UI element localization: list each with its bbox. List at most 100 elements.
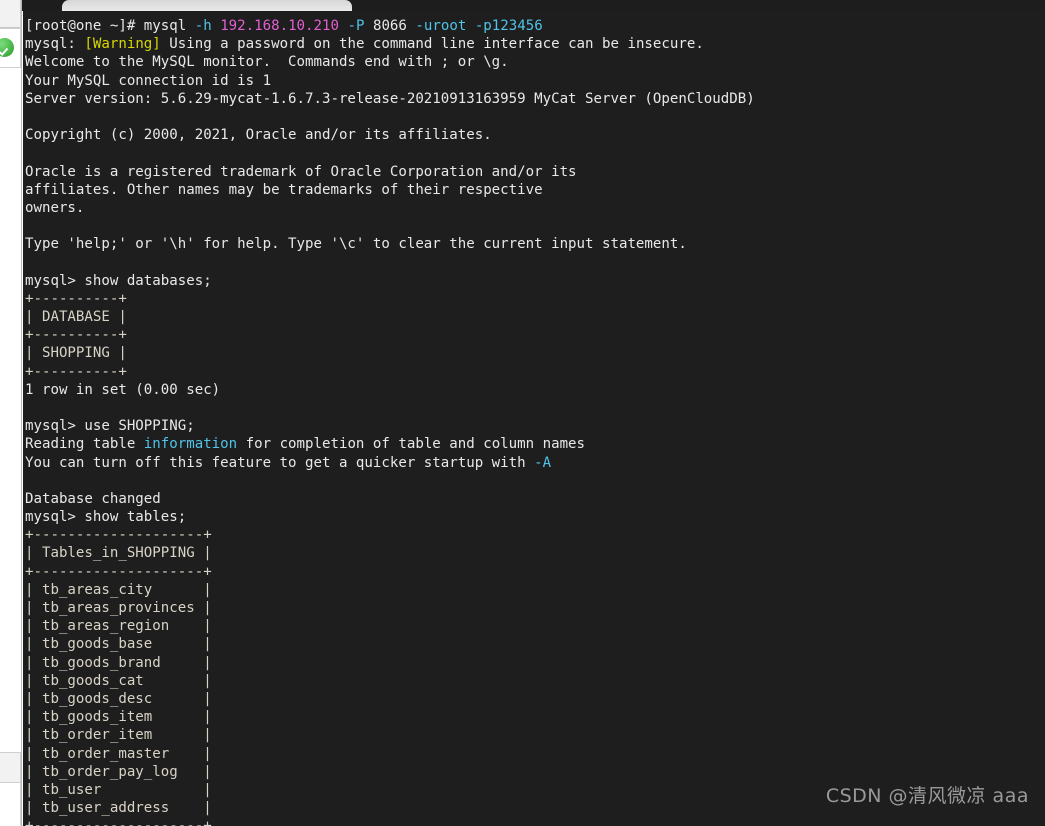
terminal-text-span: | tb_order_item | [25,727,212,744]
terminal-text-span: +--------------------+ [25,563,212,580]
terminal-line: Your MySQL connection id is 1 [25,72,755,90]
terminal-text-span: Reading table [25,436,144,453]
terminal-line: Reading table information for completion… [25,435,755,453]
terminal-text-span: Copyright (c) 2000, 2021, Oracle and/or … [25,127,492,144]
terminal-text-span: owners. [25,199,85,216]
terminal-text-span: | tb_areas_city | [25,581,212,598]
terminal-line: | tb_order_item | [25,726,755,744]
terminal-line: 1 row in set (0.00 sec) [25,381,755,399]
terminal-text-span: mysql> show databases; [25,272,212,289]
terminal-line: Server version: 5.6.29-mycat-1.6.7.3-rel… [25,90,755,108]
terminal-line: | tb_goods_item | [25,708,755,726]
terminal-output: [root@one ~]# mysql -h 192.168.10.210 -P… [23,11,755,826]
terminal-text-span: | tb_goods_item | [25,709,212,726]
terminal-text-span: Database changed [25,490,161,507]
terminal-text-span: [Warning] [84,36,161,53]
terminal-line: | tb_areas_provinces | [25,599,755,617]
terminal-line: Welcome to the MySQL monitor. Commands e… [25,53,755,71]
terminal-line: Copyright (c) 2000, 2021, Oracle and/or … [25,126,755,144]
rail-bottom-panel[interactable] [0,782,21,826]
terminal-text-span: Server version: 5.6.29-mycat-1.6.7.3-rel… [25,90,755,107]
terminal-text-span: 8066 [364,18,416,34]
terminal-line: | tb_user_address | [25,799,755,817]
terminal-line: | tb_goods_desc | [25,690,755,708]
terminal-text-span: mysql> show tables; [25,509,187,526]
terminal-line: | tb_order_master | [25,745,755,763]
terminal-text-span: for completion of table and column names [237,436,586,453]
tab-strip [22,0,1045,11]
terminal-text-span: +----------+ [25,363,127,380]
terminal-line: Database changed [25,490,755,508]
terminal-text-span: +--------------------+ [25,527,212,544]
terminal-line: | DATABASE | [25,308,755,326]
terminal-text-span: You can turn off this feature to get a q… [25,454,535,471]
terminal-line: | Tables_in_SHOPPING | [25,544,755,562]
terminal-text-span: [root@one ~]# mysql [25,18,195,34]
terminal-line: Type 'help;' or '\h' for help. Type '\c'… [25,235,755,253]
terminal-line: You can turn off this feature to get a q… [25,454,755,472]
terminal-text-span [466,18,475,34]
terminal-text-span: -A [534,454,552,471]
terminal-text-span: Type 'help;' or '\h' for help. Type '\c'… [25,236,687,253]
terminal-line: affiliates. Other names may be trademark… [25,181,755,199]
terminal-line: mysql> show databases; [25,272,755,290]
csdn-watermark: CSDN @清风微凉 aaa [825,785,1029,807]
terminal-text-span: | tb_order_master | [25,745,212,762]
terminal-text-span: | tb_goods_base | [25,636,212,653]
terminal-text-span: +--------------------+ [25,818,212,826]
terminal-line: | tb_areas_region | [25,617,755,635]
terminal-line: mysql: [Warning] Using a password on the… [25,35,755,53]
terminal-text-span: | tb_goods_cat | [25,672,212,689]
terminal-text-span: Your MySQL connection id is 1 [25,72,272,89]
terminal-text-span: -h [194,18,212,34]
terminal-text-span: affiliates. Other names may be trademark… [25,181,543,198]
terminal-line: +--------------------+ [25,563,755,581]
terminal-text-span: mysql: [25,36,85,53]
terminal-text-span: | DATABASE | [25,309,127,325]
terminal-text-span: | tb_areas_provinces | [25,600,212,616]
terminal-line: | tb_order_pay_log | [25,763,755,781]
terminal-tab[interactable] [62,0,352,11]
terminal-line: Oracle is a registered trademark of Orac… [25,163,755,181]
terminal-text-span: | tb_goods_brand | [25,654,212,671]
terminal-text-span: | tb_order_pay_log | [25,763,212,780]
rail-toolbar[interactable] [0,0,21,28]
screenshot-root: [root@one ~]# mysql -h 192.168.10.210 -P… [0,0,1045,826]
terminal-line: +--------------------+ [25,526,755,544]
terminal-line: | tb_goods_cat | [25,672,755,690]
terminal-text-span: | tb_user | [25,781,212,798]
terminal-line: | SHOPPING | [25,344,755,362]
terminal-text-span: -P [347,18,365,34]
terminal-line: +----------+ [25,326,755,344]
terminal-text-span: 192.168.10.210 [220,18,339,34]
terminal-line: | tb_goods_base | [25,635,755,653]
terminal-line: mysql> use SHOPPING; [25,417,755,435]
terminal-text-span: -p123456 [474,18,543,34]
left-session-rail [0,0,22,826]
terminal-text-span: | SHOPPING | [25,345,127,362]
terminal-line: mysql> show tables; [25,508,755,526]
terminal-text-span: 1 row in set (0.00 sec) [25,381,221,398]
terminal-text-span: Using a password on the command line int… [160,36,704,53]
terminal-text-span: +----------+ [25,327,127,344]
terminal-line: owners. [25,199,755,217]
terminal-line: +--------------------+ [25,817,755,826]
terminal-line: [root@one ~]# mysql -h 192.168.10.210 -P… [25,17,755,35]
terminal-text-span: +----------+ [25,290,127,307]
terminal-line: | tb_user | [25,781,755,799]
terminal-text-span: mysql> use SHOPPING; [25,418,195,435]
terminal-line: | tb_areas_city | [25,581,755,599]
terminal-text-span: Oracle is a registered trademark of Orac… [25,163,577,180]
terminal-window[interactable]: [root@one ~]# mysql -h 192.168.10.210 -P… [23,11,1045,826]
terminal-text-span: | tb_areas_region | [25,618,212,635]
terminal-text-span [212,18,221,34]
rail-bottom-toolbar[interactable] [0,752,21,782]
terminal-text-span: Welcome to the MySQL monitor. Commands e… [25,54,509,71]
terminal-text-span: -uroot [415,18,467,34]
